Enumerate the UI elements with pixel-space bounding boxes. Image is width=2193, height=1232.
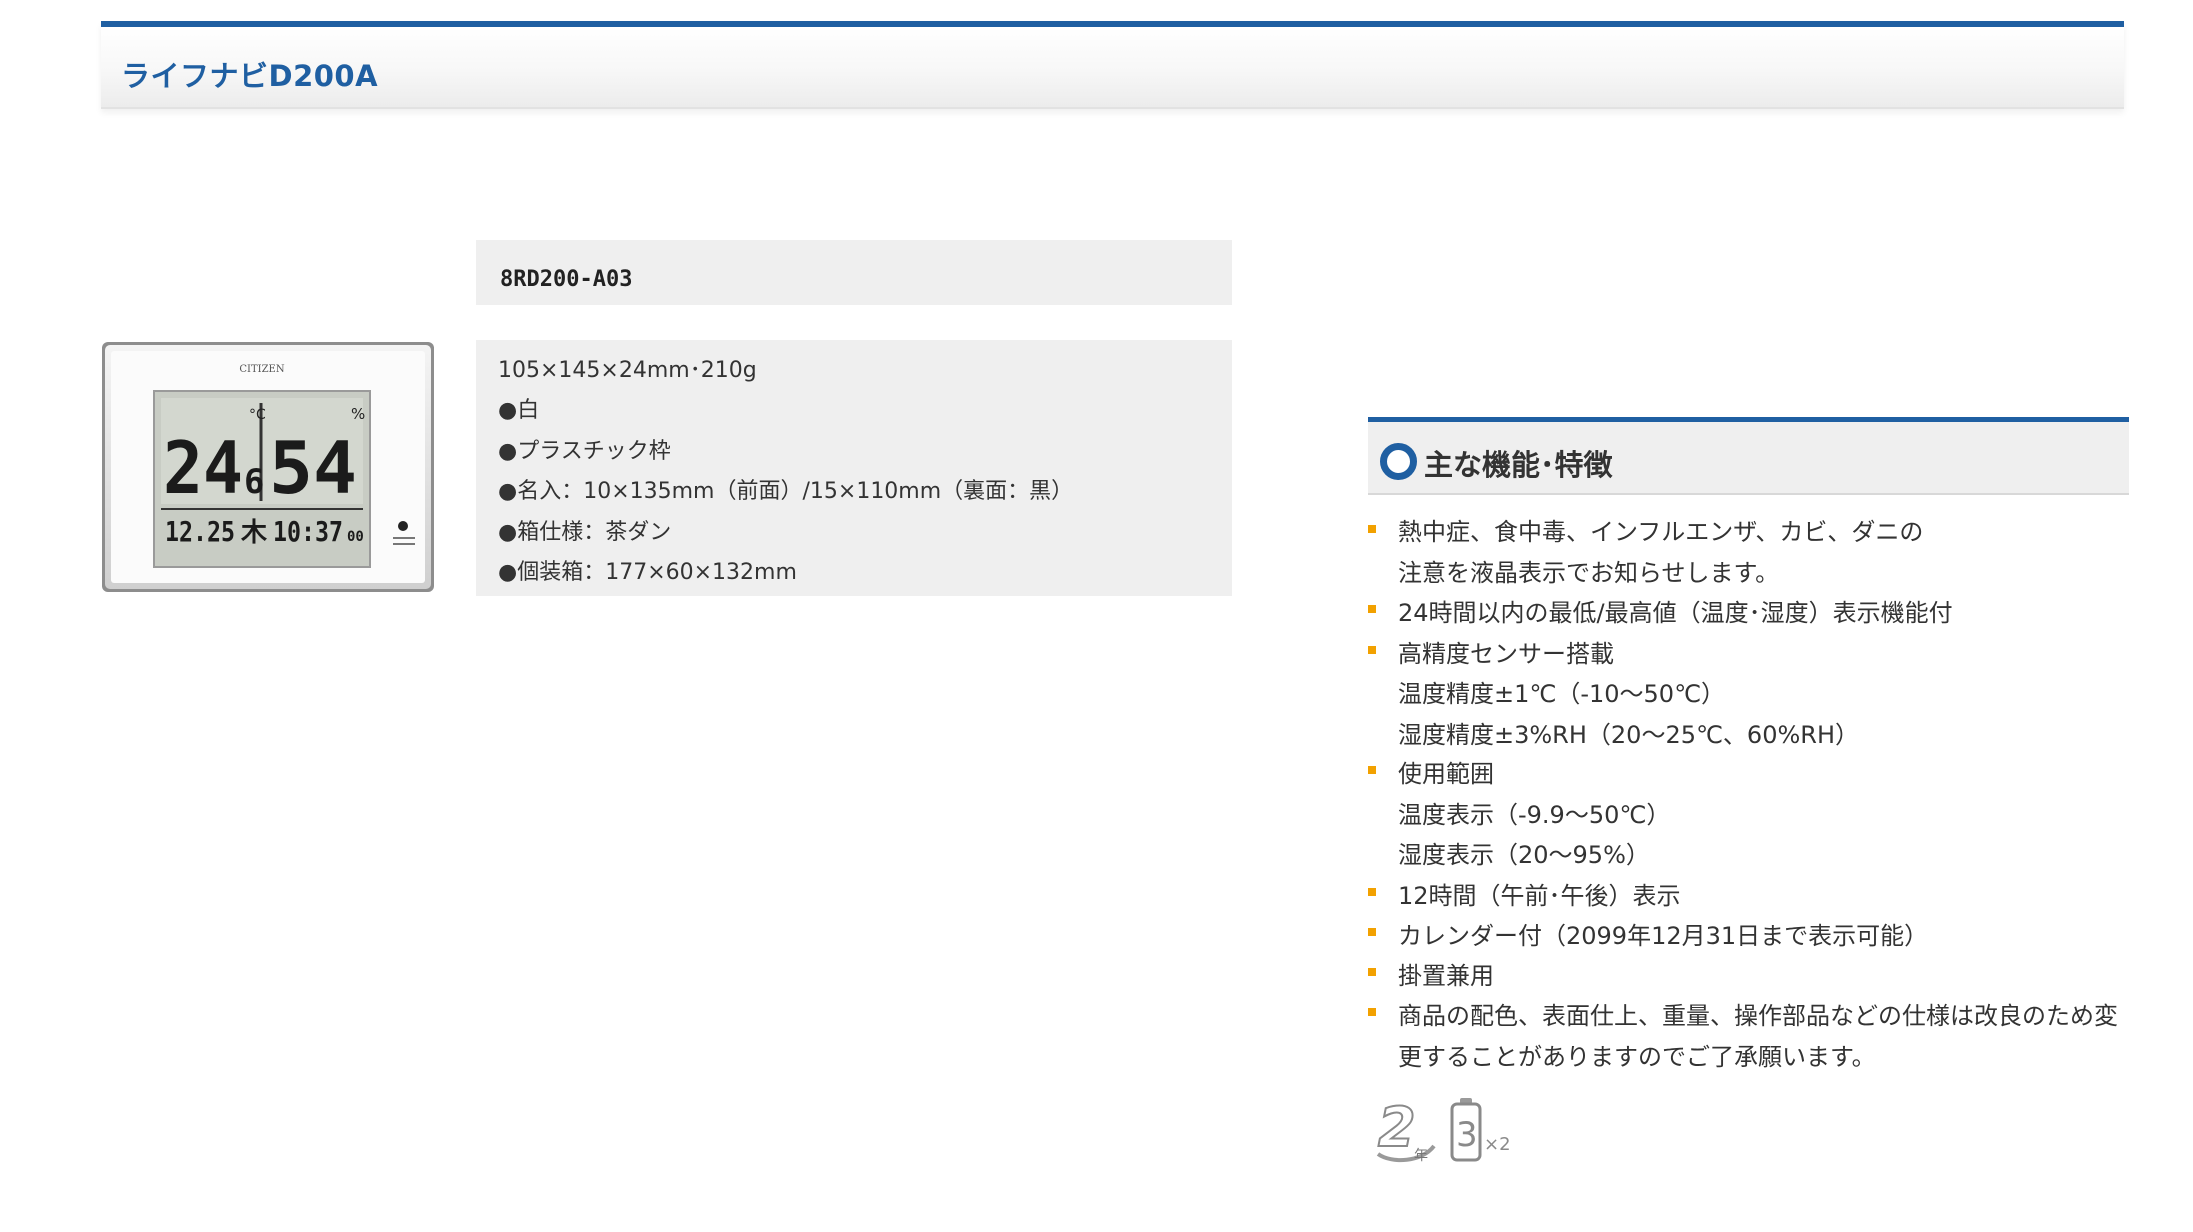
battery-size: 3 bbox=[1456, 1115, 1478, 1155]
features-header: 主な機能･特徴 bbox=[1368, 417, 2129, 495]
spec-box-type: ●箱仕様：茶ダン bbox=[498, 520, 672, 545]
spec-frame: ●プラスチック枠 bbox=[498, 439, 671, 464]
warranty-number: 2 bbox=[1378, 1098, 1416, 1159]
feature-item: 熱中症、食中毒、インフルエンザ、カビ、ダニの bbox=[1398, 518, 1924, 546]
feature-item-continued: 更することがありますのでご了承願います。 bbox=[1398, 1043, 1876, 1071]
feature-item: 12時間（午前･午後）表示 bbox=[1398, 882, 1681, 910]
product-image: CITIZEN °C % 24 6 54 12.25 木 10:37 00 bbox=[102, 342, 434, 592]
clock-date: 12.25 bbox=[165, 515, 235, 548]
feature-item: 高精度センサー搭載 bbox=[1398, 640, 1614, 668]
feature-item: 商品の配色、表面仕上、重量、操作部品などの仕様は改良のため変 bbox=[1398, 1002, 2118, 1030]
clock-temp-unit: °C bbox=[249, 407, 266, 423]
clock-time: 10:37 bbox=[273, 515, 343, 548]
warranty-unit: 年 bbox=[1414, 1148, 1428, 1164]
model-number-box: 8RD200-A03 bbox=[476, 240, 1232, 305]
spec-color: ●白 bbox=[498, 398, 540, 423]
bullet-icon bbox=[1368, 605, 1376, 613]
bullet-icon bbox=[1368, 525, 1376, 533]
bullet-icon bbox=[1368, 928, 1376, 936]
clock-humidity-unit: % bbox=[351, 405, 365, 423]
clock-seconds: 00 bbox=[347, 529, 364, 545]
warranty-icon: 2 年 bbox=[1376, 1098, 1436, 1164]
feature-item-continued: 湿度精度±3%RH（20～25℃、60%RH） bbox=[1398, 721, 1860, 749]
battery-icon: 3 ×2 bbox=[1450, 1098, 1511, 1162]
feature-item-continued: 温度表示（-9.9～50℃） bbox=[1398, 801, 1671, 829]
clock-temp-decimal: 6 bbox=[244, 462, 264, 502]
model-number: 8RD200-A03 bbox=[500, 267, 633, 292]
product-title-bar: ライフナビD200A bbox=[101, 21, 2124, 109]
page-title: ライフナビD200A bbox=[121, 59, 379, 93]
bullet-icon bbox=[1368, 968, 1376, 976]
clock-button bbox=[398, 521, 408, 531]
circle-bullet-icon bbox=[1380, 443, 1417, 480]
clock-humidity-value: 54 bbox=[269, 426, 357, 510]
feature-item: カレンダー付（2099年12月31日まで表示可能） bbox=[1398, 922, 1929, 950]
feature-item-continued: 温度精度±1℃（-10～50℃） bbox=[1398, 680, 1726, 708]
spec-dimensions: 105×145×24mm･210g bbox=[498, 358, 757, 383]
spec-box: 105×145×24mm･210g ●白 ●プラスチック枠 ●名入：10×135… bbox=[476, 340, 1232, 596]
clock-weekday: 木 bbox=[240, 518, 267, 548]
feature-item: 掛置兼用 bbox=[1398, 962, 1494, 990]
spec-name-print: ●名入：10×135mm（前面）/15×110mm（裏面：黒） bbox=[498, 479, 1074, 504]
spec-package: ●個装箱：177×60×132mm bbox=[498, 560, 797, 585]
feature-item-continued: 湿度表示（20～95%） bbox=[1398, 841, 1650, 869]
features-heading: 主な機能･特徴 bbox=[1424, 448, 1613, 482]
bullet-icon bbox=[1368, 766, 1376, 774]
clock-temp-value: 24 bbox=[163, 426, 243, 510]
bullet-icon bbox=[1368, 1008, 1376, 1016]
feature-item: 使用範囲 bbox=[1398, 760, 1494, 788]
feature-item: 24時間以内の最低/最高値（温度･湿度）表示機能付 bbox=[1398, 599, 1953, 627]
battery-count: ×2 bbox=[1484, 1134, 1511, 1155]
bullet-icon bbox=[1368, 646, 1376, 654]
clock-brand: CITIZEN bbox=[239, 364, 284, 375]
feature-item-continued: 注意を液晶表示でお知らせします。 bbox=[1398, 559, 1780, 587]
bullet-icon bbox=[1368, 888, 1376, 896]
